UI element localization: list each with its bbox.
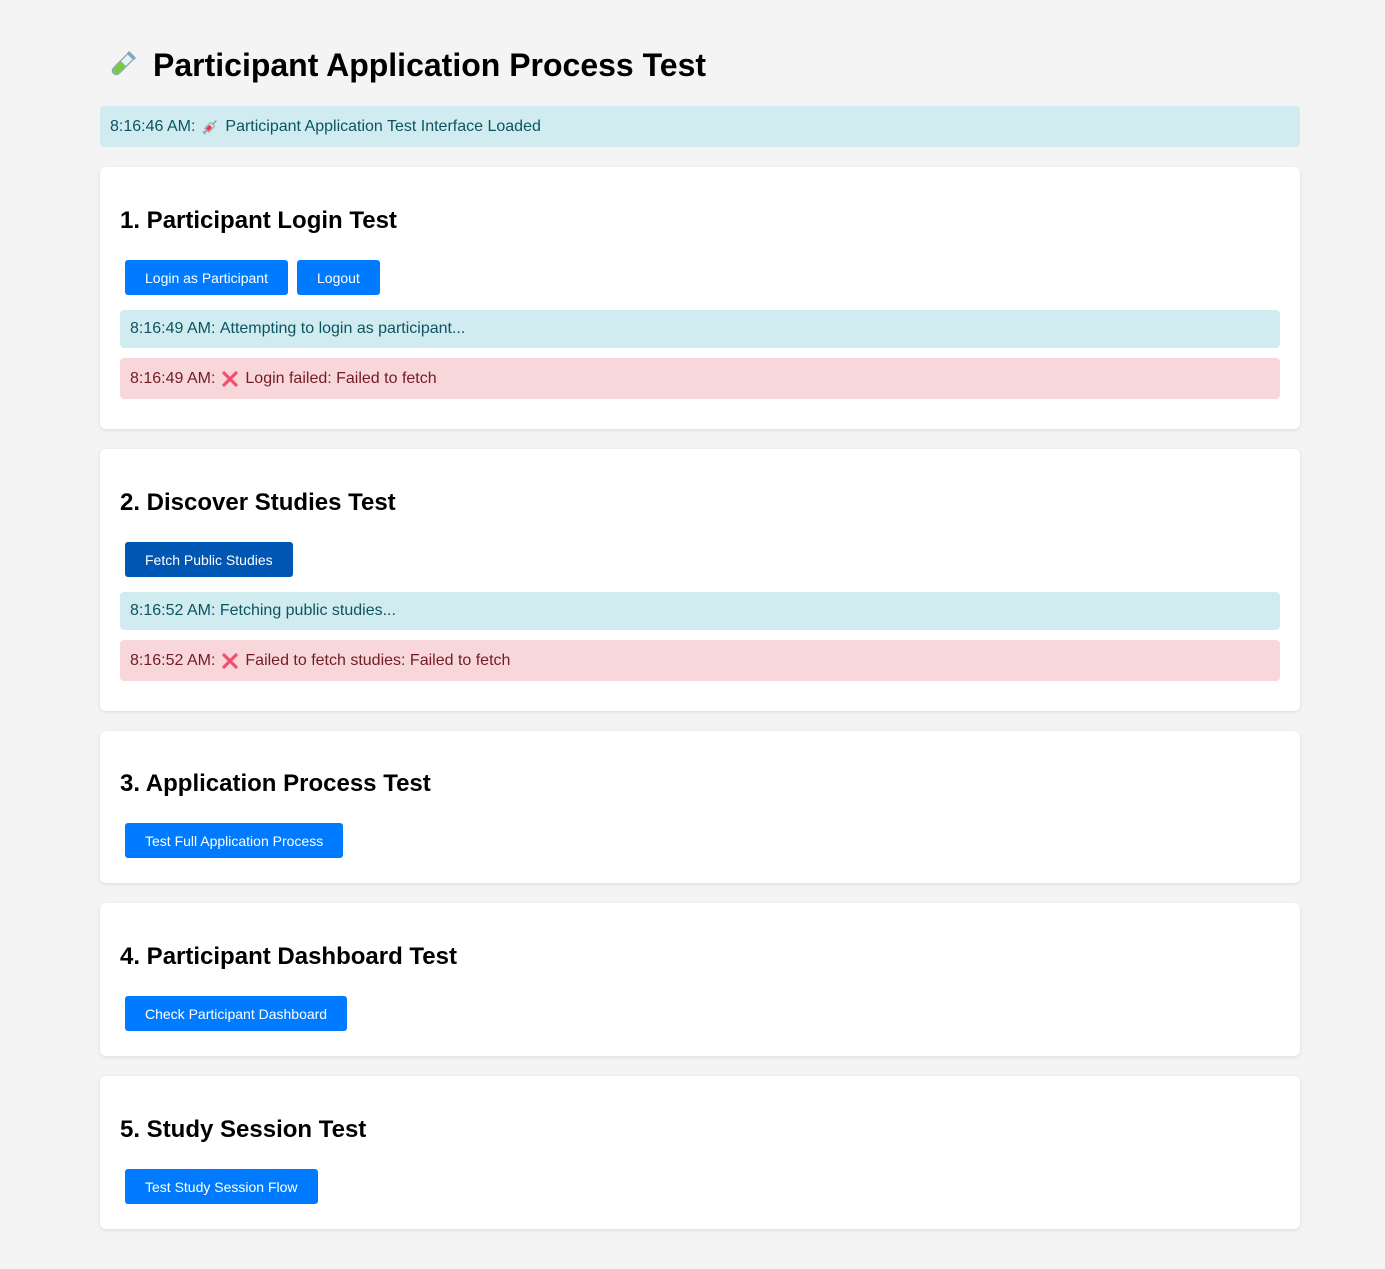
section-heading: 4. Participant Dashboard Test <box>120 943 457 970</box>
study-session-section: 5. Study Session Test Test Study Session… <box>100 1076 1300 1229</box>
page-title: Participant Application Process Test <box>106 44 706 86</box>
log-time: 8:16:52 AM: <box>130 651 216 669</box>
section-heading: 3. Application Process Test <box>120 770 431 797</box>
log-text: Attempting to login as participant... <box>219 320 466 337</box>
test-full-application-process-button[interactable]: Test Full Application Process <box>125 823 344 858</box>
section-heading: 5. Study Session Test <box>120 1116 367 1143</box>
status-time: 8:16:46 AM: <box>110 117 196 135</box>
section-heading: 2. Discover Studies Test <box>120 489 396 516</box>
cross-mark-icon <box>221 370 239 388</box>
check-participant-dashboard-button[interactable]: Check Participant Dashboard <box>125 996 348 1031</box>
log-time: 8:16:49 AM: <box>130 320 216 337</box>
test-study-session-flow-button[interactable]: Test Study Session Flow <box>125 1169 318 1204</box>
log-time: 8:16:49 AM: <box>130 369 216 387</box>
application-process-section: 3. Application Process Test Test Full Ap… <box>100 731 1300 883</box>
log-text: Failed to fetch studies: Failed to fetch <box>245 651 511 669</box>
log-message-error: 8:16:49 AM: Login failed: Failed to fetc… <box>120 358 1280 399</box>
log-message-info: 8:16:49 AM: Attempting to login as parti… <box>120 310 1280 348</box>
log-time: 8:16:52 AM: <box>130 602 216 619</box>
participant-dashboard-section: 4. Participant Dashboard Test Check Part… <box>100 903 1300 1056</box>
discover-studies-section: 2. Discover Studies Test Fetch Public St… <box>100 449 1300 711</box>
log-message-info: 8:16:52 AM: Fetching public studies... <box>120 592 1280 630</box>
interface-status-message: 8:16:46 AM: Participant Application Test… <box>100 106 1300 147</box>
login-as-participant-button[interactable]: Login as Participant <box>125 260 288 295</box>
status-text: Participant Application Test Interface L… <box>225 117 541 135</box>
cross-mark-icon <box>221 652 239 670</box>
page-title-text: Participant Application Process Test <box>153 46 707 83</box>
log-text: Login failed: Failed to fetch <box>245 369 437 387</box>
log-message-error: 8:16:52 AM: Failed to fetch studies: Fai… <box>120 640 1280 681</box>
fetch-public-studies-button[interactable]: Fetch Public Studies <box>125 542 293 577</box>
logout-button[interactable]: Logout <box>297 260 380 295</box>
section-heading: 1. Participant Login Test <box>120 207 397 234</box>
log-text: Fetching public studies... <box>219 602 396 619</box>
syringe-icon <box>201 118 219 136</box>
participant-login-section: 1. Participant Login Test Login as Parti… <box>100 167 1300 429</box>
test-tube-icon <box>106 49 138 81</box>
